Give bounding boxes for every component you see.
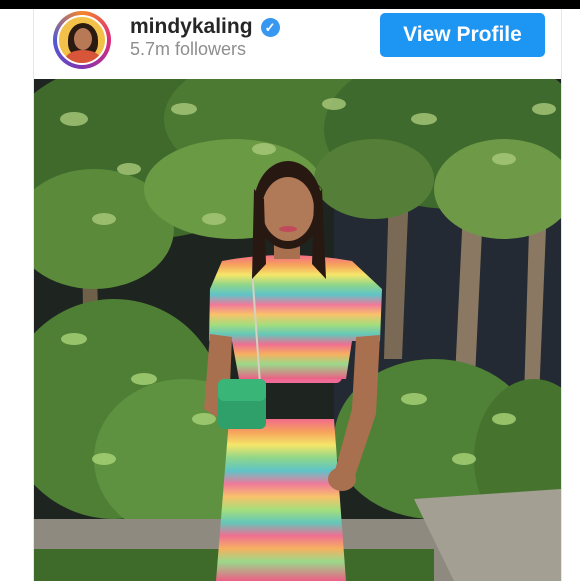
username[interactable]: mindykaling — [130, 15, 253, 39]
avatar[interactable] — [57, 15, 107, 65]
username-row: mindykaling ✓ — [130, 13, 280, 41]
post-photo[interactable] — [34, 79, 561, 581]
post-photo-illustration — [34, 79, 561, 581]
follower-count: 5.7m followers — [130, 39, 247, 59]
view-profile-button[interactable]: View Profile — [380, 13, 545, 57]
embed-header: mindykaling ✓ 5.7m followers View Profil… — [34, 9, 561, 79]
avatar-story-ring[interactable] — [53, 11, 111, 69]
top-black-bar — [0, 0, 580, 9]
avatar-face — [74, 28, 92, 50]
instagram-embed: mindykaling ✓ 5.7m followers View Profil… — [33, 9, 562, 581]
avatar-body — [65, 50, 101, 63]
verified-badge-icon: ✓ — [260, 17, 280, 37]
